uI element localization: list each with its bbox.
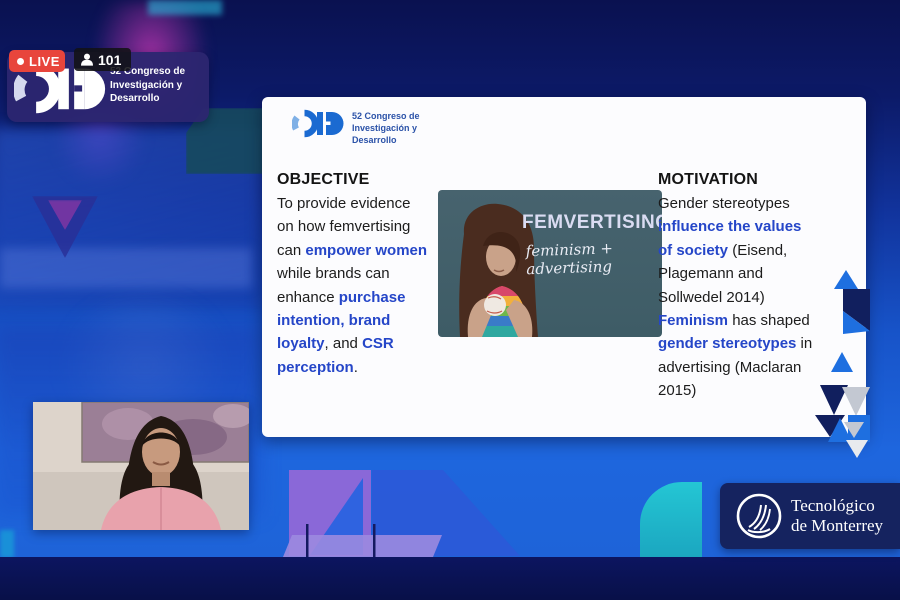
teal-corner-decor bbox=[640, 482, 702, 558]
presentation-slide: 52 Congreso de Investigación y Desarroll… bbox=[262, 97, 866, 437]
congress-title: 52 Congreso de Investigación y Desarroll… bbox=[110, 65, 185, 106]
live-label: LIVE bbox=[29, 54, 60, 69]
viewer-count-badge: 101 bbox=[74, 48, 131, 71]
slide-cid-logo bbox=[292, 107, 344, 139]
statue-triangle-inner bbox=[48, 200, 82, 230]
geometric-decoration bbox=[283, 462, 533, 558]
viewer-count: 101 bbox=[98, 52, 121, 68]
femvertising-title: FEMVERTISING bbox=[522, 212, 654, 234]
glitch-cyan-bit bbox=[0, 530, 14, 558]
stream-frame: LIVE 101 52 Congreso de Investigación y … bbox=[0, 0, 900, 600]
triangle-decoration bbox=[812, 258, 872, 458]
objective-section: OBJECTIVE To provide evidenceon how femv… bbox=[277, 171, 453, 379]
live-badge: LIVE bbox=[9, 50, 65, 72]
slide-congress-title: 52 Congreso de Investigación y Desarroll… bbox=[352, 110, 420, 146]
objective-text: To provide evidenceon how femvertisingca… bbox=[277, 192, 453, 379]
institution-name: Tecnológico de Monterrey bbox=[791, 496, 883, 536]
presenter-illustration bbox=[33, 402, 249, 530]
live-dot-icon bbox=[17, 58, 24, 65]
statue-triangle bbox=[32, 196, 98, 258]
objective-heading: OBJECTIVE bbox=[277, 171, 453, 189]
institution-badge: Tecnológico de Monterrey bbox=[720, 483, 900, 549]
femvertising-image: FEMVERTISING feminism + advertising bbox=[438, 190, 662, 337]
statue-art-upper bbox=[0, 128, 264, 308]
tec-de-monterrey-logo-icon bbox=[736, 493, 782, 539]
femvertising-subtitle: feminism + advertising bbox=[525, 238, 656, 279]
motivation-heading: MOTIVATION bbox=[658, 171, 846, 189]
glitch-cyan-strip bbox=[148, 0, 222, 15]
webcam-feed bbox=[33, 402, 249, 530]
statue-art-band bbox=[0, 248, 252, 288]
person-icon bbox=[81, 53, 93, 66]
bottom-bar bbox=[0, 557, 900, 600]
